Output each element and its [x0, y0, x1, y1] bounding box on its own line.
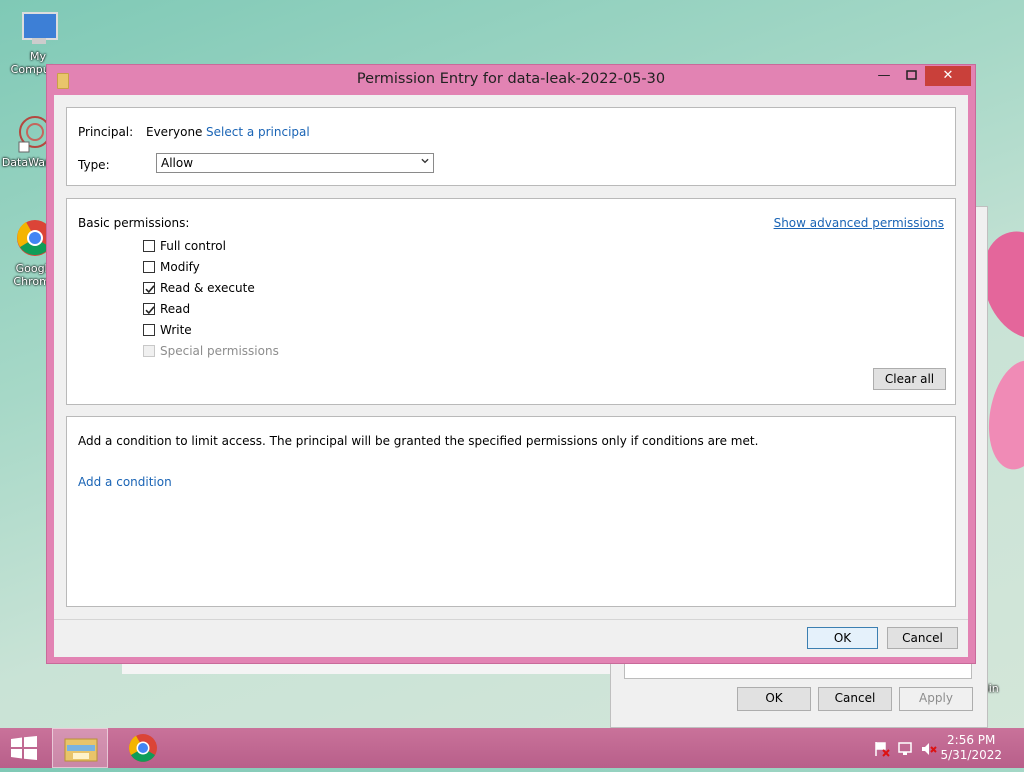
permission-checkbox[interactable]	[143, 240, 155, 252]
close-button[interactable]: ✕	[925, 66, 971, 86]
dialog-title: Permission Entry for data-leak-2022-05-3…	[356, 71, 666, 87]
permission-entry-dialog: Permission Entry for data-leak-2022-05-3…	[46, 64, 976, 664]
taskbar-chrome[interactable]	[115, 728, 171, 768]
background-cancel-button[interactable]: Cancel	[818, 687, 892, 711]
condition-panel: Add a condition to limit access. The pri…	[66, 416, 956, 607]
maximize-icon	[906, 70, 917, 80]
clock-time: 2:56 PM	[947, 733, 996, 747]
permission-label: Special permissions	[160, 344, 279, 358]
permission-checkbox[interactable]	[143, 282, 155, 294]
permission-checkbox	[143, 345, 155, 357]
cancel-button[interactable]: Cancel	[887, 627, 958, 649]
condition-description: Add a condition to limit access. The pri…	[78, 434, 759, 448]
action-center-flag-icon[interactable]	[874, 741, 890, 757]
file-explorer-icon	[64, 738, 98, 762]
permission-label: Modify	[160, 260, 200, 274]
add-condition-link[interactable]: Add a condition	[78, 475, 172, 489]
principal-panel: Principal: Everyone Select a principal T…	[66, 107, 956, 186]
ok-button[interactable]: OK	[807, 627, 878, 649]
chevron-down-icon	[421, 158, 429, 164]
taskbar-file-explorer[interactable]	[52, 728, 108, 768]
system-clock[interactable]: 2:56 PM 5/31/2022	[940, 733, 1002, 763]
taskbar: 2:56 PM 5/31/2022	[0, 728, 1024, 768]
clear-all-button[interactable]: Clear all	[873, 368, 946, 390]
show-advanced-permissions-link[interactable]: Show advanced permissions	[774, 216, 944, 230]
select-principal-link[interactable]: Select a principal	[206, 125, 310, 139]
type-select[interactable]: Allow	[156, 153, 434, 173]
title-bar[interactable]: Permission Entry for data-leak-2022-05-3…	[47, 65, 975, 95]
permission-label: Read & execute	[160, 281, 255, 295]
permission-label: Read	[160, 302, 191, 316]
dialog-content: Principal: Everyone Select a principal T…	[54, 95, 968, 657]
principal-value: Everyone	[146, 125, 203, 139]
permission-checkbox[interactable]	[143, 324, 155, 336]
background-apply-button: Apply	[899, 687, 973, 711]
minimize-button[interactable]: —	[869, 66, 899, 86]
chrome-icon	[129, 734, 157, 762]
clock-date: 5/31/2022	[940, 748, 1002, 762]
permission-label: Full control	[160, 239, 226, 253]
checkmark-icon	[145, 306, 155, 315]
computer-icon	[18, 10, 58, 48]
permission-label: Write	[160, 323, 192, 337]
minimize-icon: —	[877, 68, 891, 83]
permissions-panel: Basic permissions: Show advanced permiss…	[66, 198, 956, 405]
volume-muted-icon[interactable]	[921, 741, 937, 757]
close-icon: ✕	[942, 68, 954, 83]
permission-checkbox[interactable]	[143, 303, 155, 315]
checkmark-icon	[145, 285, 155, 294]
background-ok-button[interactable]: OK	[737, 687, 811, 711]
principal-label: Principal:	[78, 125, 134, 139]
network-icon[interactable]	[898, 741, 914, 757]
basic-permissions-label: Basic permissions:	[78, 216, 190, 230]
type-select-value: Allow	[161, 156, 194, 170]
permission-checkbox[interactable]	[143, 261, 155, 273]
footer-divider	[54, 619, 968, 620]
windows-logo-icon	[11, 736, 37, 760]
type-label: Type:	[78, 158, 110, 172]
start-button[interactable]	[10, 736, 38, 760]
maximize-button[interactable]	[897, 66, 927, 86]
